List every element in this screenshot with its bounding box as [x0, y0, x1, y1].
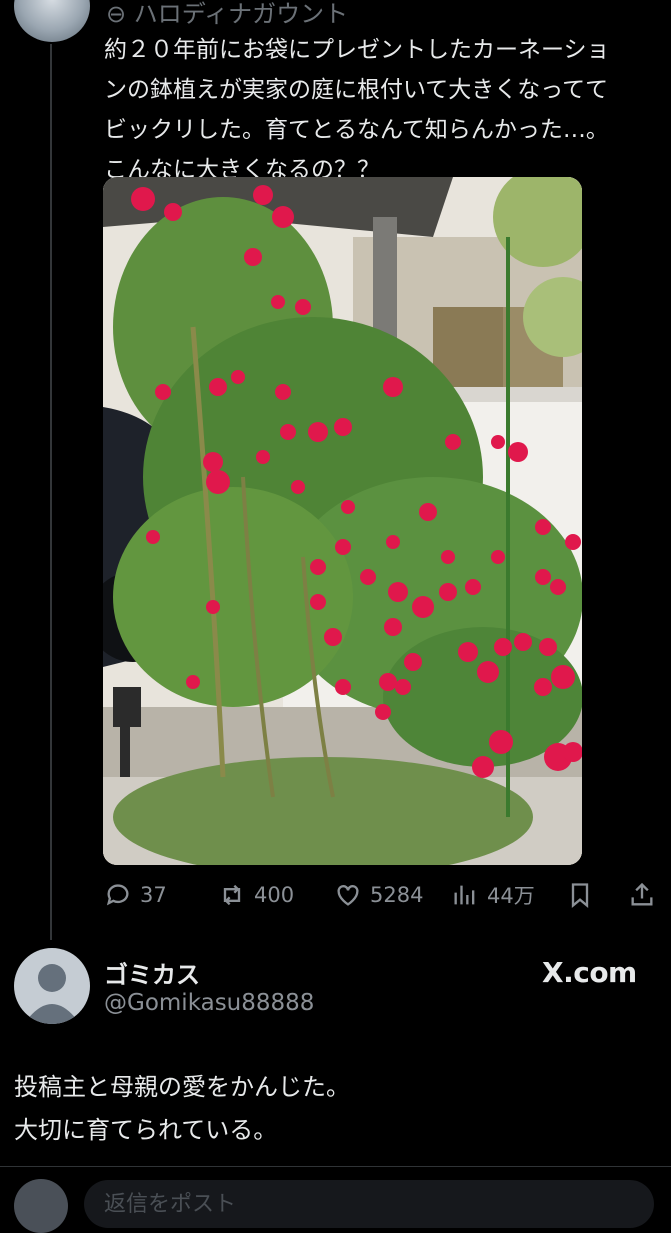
- repost-count: 400: [254, 883, 295, 907]
- post-text-line: ビックリした。育てとるなんて知らんかった…。: [104, 117, 609, 143]
- heart-icon: [337, 885, 359, 906]
- reply-count: 37: [140, 883, 167, 907]
- post-photo[interactable]: [103, 177, 582, 865]
- like-count: 5284: [370, 883, 424, 907]
- views-count: 44万: [487, 884, 535, 908]
- like-button[interactable]: 5284: [334, 880, 423, 910]
- share-icon: [631, 882, 653, 906]
- post-text-line: 約２０年前にお袋にプレゼントしたカーネーショ: [104, 37, 610, 63]
- my-avatar[interactable]: [14, 1179, 68, 1233]
- reply-text-line: 大切に育てられている。: [14, 1116, 278, 1144]
- repost-button[interactable]: 400: [218, 880, 294, 910]
- author-name[interactable]: ⊖ ハロディナガウント: [106, 0, 348, 29]
- rose-bush-image: [103, 177, 582, 865]
- post-text-line: ンの鉢植えが実家の庭に根付いて大きくなってて: [104, 77, 609, 103]
- default-avatar-icon: [24, 964, 80, 1024]
- views-icon: [454, 885, 475, 905]
- source-logo: X.com: [542, 956, 637, 989]
- reply-button[interactable]: 37: [104, 880, 167, 910]
- bookmark-button[interactable]: [566, 880, 602, 910]
- author-avatar[interactable]: [14, 0, 90, 42]
- reply-text: 投稿主と母親の愛をかんじた。 大切に育てられている。: [14, 1066, 350, 1152]
- bookmark-icon: [571, 883, 589, 908]
- repost-icon: [223, 884, 241, 906]
- reply-author-name[interactable]: ゴミカス: [104, 955, 200, 990]
- reply-input[interactable]: 返信をポスト: [84, 1180, 654, 1228]
- reply-author-avatar[interactable]: [14, 948, 90, 1024]
- post-text: 約２０年前にお袋にプレゼントしたカーネーショ ンの鉢植えが実家の庭に根付いて大き…: [104, 30, 649, 190]
- divider: [0, 1166, 671, 1167]
- reply-text-line: 投稿主と母親の愛をかんじた。: [14, 1073, 350, 1101]
- thread-line: [50, 44, 52, 940]
- reply-author-handle[interactable]: @Gomikasu88888: [104, 990, 314, 1016]
- share-button[interactable]: [628, 880, 664, 910]
- author-icon: ⊖: [106, 0, 134, 28]
- reply-icon: [106, 884, 129, 906]
- views-button[interactable]: 44万: [451, 880, 535, 910]
